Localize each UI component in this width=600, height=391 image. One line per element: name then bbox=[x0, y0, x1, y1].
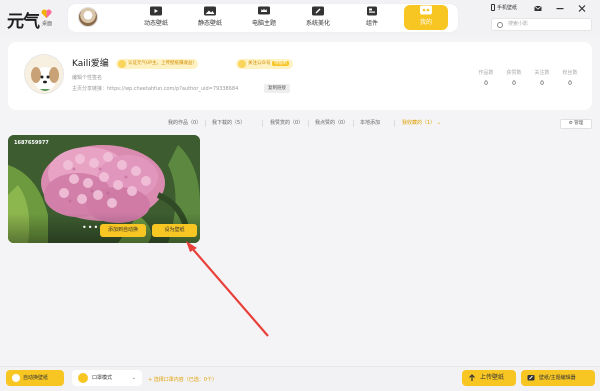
mask-content-picker[interactable]: + 选择口罩内容（已选：0个） bbox=[148, 376, 217, 383]
annotation-arrow bbox=[186, 241, 269, 337]
mask-mode-label: 口罩模式 bbox=[92, 375, 113, 381]
play-icon bbox=[12, 374, 20, 382]
upload-icon bbox=[469, 374, 475, 381]
chevron-down-icon: ⌄ bbox=[131, 375, 136, 381]
upload-wallpaper-button[interactable]: 上传壁纸 bbox=[462, 370, 516, 386]
editor-label: 壁纸/主题编辑器 bbox=[539, 375, 576, 381]
upload-wallpaper-label: 上传壁纸 bbox=[480, 374, 505, 381]
mask-mode-icon bbox=[78, 373, 88, 383]
auto-wallpaper-button[interactable]: 自动换壁纸 bbox=[6, 370, 64, 386]
editor-icon bbox=[527, 375, 535, 381]
mask-mode-select[interactable]: 口罩模式 ⌄ bbox=[72, 370, 142, 386]
auto-wallpaper-label: 自动换壁纸 bbox=[23, 375, 49, 381]
editor-button[interactable]: 壁纸/主题编辑器 bbox=[521, 370, 595, 386]
